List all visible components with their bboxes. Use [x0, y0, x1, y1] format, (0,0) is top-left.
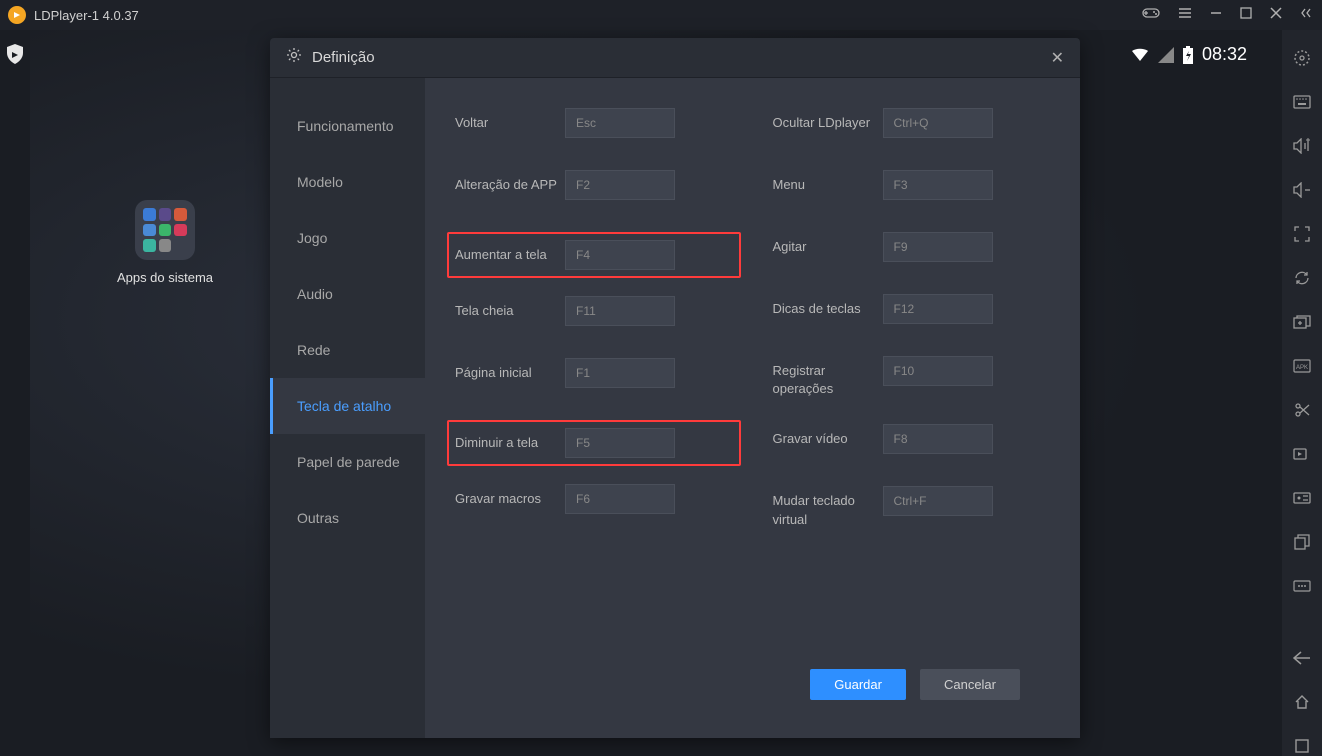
settings-wheel-icon[interactable]: [1292, 48, 1312, 68]
more-icon[interactable]: [1292, 576, 1312, 596]
shortcut-row: Mudar teclado virtual: [773, 486, 1051, 528]
nav-item-tecla-de-atalho[interactable]: Tecla de atalho: [270, 378, 425, 434]
sync-icon[interactable]: [1292, 268, 1312, 288]
window-titlebar: LDPlayer-1 4.0.37: [0, 0, 1322, 30]
nav-item-audio[interactable]: Audio: [270, 266, 425, 322]
home-icon[interactable]: [1292, 692, 1312, 712]
recent-icon[interactable]: [1292, 736, 1312, 756]
shortcut-row: Aumentar a tela: [447, 232, 741, 278]
shortcut-input[interactable]: [565, 108, 675, 138]
nav-item-funcionamento[interactable]: Funcionamento: [270, 98, 425, 154]
cancel-button[interactable]: Cancelar: [920, 669, 1020, 700]
shortcut-input[interactable]: [883, 170, 993, 200]
volume-down-icon[interactable]: [1292, 180, 1312, 200]
apk-icon[interactable]: APK: [1292, 356, 1312, 376]
clock: 08:32: [1202, 44, 1247, 65]
shortcut-input[interactable]: [883, 232, 993, 262]
shortcut-input[interactable]: [565, 428, 675, 458]
operation-record-icon[interactable]: [1292, 488, 1312, 508]
minimize-button[interactable]: [1210, 6, 1222, 24]
shortcut-label: Voltar: [455, 108, 565, 132]
video-record-icon[interactable]: [1292, 444, 1312, 464]
shortcut-label: Aumentar a tela: [455, 240, 565, 264]
shortcut-row: Página inicial: [455, 358, 733, 394]
shortcut-input[interactable]: [565, 358, 675, 388]
shortcut-row: Menu: [773, 170, 1051, 206]
gear-icon: [286, 47, 302, 68]
maximize-button[interactable]: [1240, 6, 1252, 24]
shortcut-row: Tela cheia: [455, 296, 733, 332]
gamepad-icon[interactable]: [1142, 6, 1160, 25]
shortcut-label: Alteração de APP: [455, 170, 565, 194]
shortcut-label: Página inicial: [455, 358, 565, 382]
shortcut-label: Agitar: [773, 232, 883, 256]
dialog-header: Definição ✕: [270, 38, 1080, 78]
nav-item-modelo[interactable]: Modelo: [270, 154, 425, 210]
shortcut-label: Gravar vídeo: [773, 424, 883, 448]
copy-icon[interactable]: [1292, 532, 1312, 552]
close-button[interactable]: [1270, 6, 1282, 24]
shield-icon[interactable]: [6, 44, 24, 64]
android-status-bar: 08:32: [1130, 44, 1247, 65]
volume-up-icon[interactable]: [1292, 136, 1312, 156]
keyboard-icon[interactable]: [1292, 92, 1312, 112]
shortcut-row: Gravar macros: [455, 484, 733, 520]
shortcut-label: Mudar teclado virtual: [773, 486, 883, 528]
desktop-app-icon[interactable]: Apps do sistema: [115, 200, 215, 285]
battery-icon: [1182, 46, 1194, 64]
signal-icon: [1158, 47, 1174, 63]
settings-dialog: Definição ✕ Funcionamento Modelo Jogo Au…: [270, 38, 1080, 738]
shortcut-label: Ocultar LDplayer: [773, 108, 883, 132]
app-logo: [8, 6, 26, 24]
dialog-close-button[interactable]: ✕: [1051, 48, 1064, 68]
shortcut-row: Ocultar LDplayer: [773, 108, 1051, 144]
shortcut-input[interactable]: [565, 296, 675, 326]
shortcut-label: Registrar operações: [773, 356, 883, 398]
menu-icon[interactable]: [1178, 6, 1192, 25]
shortcut-input[interactable]: [883, 294, 993, 324]
shortcut-row: Voltar: [455, 108, 733, 144]
shortcut-label: Gravar macros: [455, 484, 565, 508]
shortcut-row: Diminuir a tela: [447, 420, 741, 466]
nav-item-papel-de-parede[interactable]: Papel de parede: [270, 434, 425, 490]
shortcut-input[interactable]: [565, 240, 675, 270]
scissors-icon[interactable]: [1292, 400, 1312, 420]
nav-item-outras[interactable]: Outras: [270, 490, 425, 546]
shortcut-row: Gravar vídeo: [773, 424, 1051, 460]
right-toolbar: APK: [1282, 30, 1322, 756]
shortcut-row: Agitar: [773, 232, 1051, 268]
wifi-icon: [1130, 47, 1150, 63]
dialog-footer: Guardar Cancelar: [455, 651, 1050, 718]
shortcut-row: Registrar operações: [773, 356, 1051, 398]
multi-instance-icon[interactable]: [1292, 312, 1312, 332]
save-button[interactable]: Guardar: [810, 669, 906, 700]
dialog-content: Voltar Alteração de APP Aumentar a tela Tel…: [425, 78, 1080, 738]
nav-item-rede[interactable]: Rede: [270, 322, 425, 378]
dialog-title: Definição: [312, 49, 1051, 66]
back-icon[interactable]: [1292, 648, 1312, 668]
desktop-area: 08:32 Apps do sistema Definição ✕ Funcio…: [30, 30, 1282, 756]
shortcut-input[interactable]: [883, 486, 993, 516]
shortcut-input[interactable]: [565, 484, 675, 514]
shortcut-label: Tela cheia: [455, 296, 565, 320]
shortcut-row: Dicas de teclas: [773, 294, 1051, 330]
desktop-app-label: Apps do sistema: [115, 270, 215, 285]
left-sidebar: [0, 30, 30, 756]
dialog-nav: Funcionamento Modelo Jogo Audio Rede Tec…: [270, 78, 425, 738]
collapse-sidebar-icon[interactable]: [1300, 6, 1314, 25]
shortcut-input[interactable]: [883, 424, 993, 454]
shortcut-label: Diminuir a tela: [455, 428, 565, 452]
shortcut-input[interactable]: [883, 356, 993, 386]
shortcut-row: Alteração de APP: [455, 170, 733, 206]
fullscreen-icon[interactable]: [1292, 224, 1312, 244]
shortcut-label: Menu: [773, 170, 883, 194]
nav-item-jogo[interactable]: Jogo: [270, 210, 425, 266]
shortcut-input[interactable]: [565, 170, 675, 200]
svg-text:APK: APK: [1296, 365, 1308, 371]
window-title: LDPlayer-1 4.0.37: [34, 8, 1142, 23]
shortcut-label: Dicas de teclas: [773, 294, 883, 318]
shortcut-input[interactable]: [883, 108, 993, 138]
